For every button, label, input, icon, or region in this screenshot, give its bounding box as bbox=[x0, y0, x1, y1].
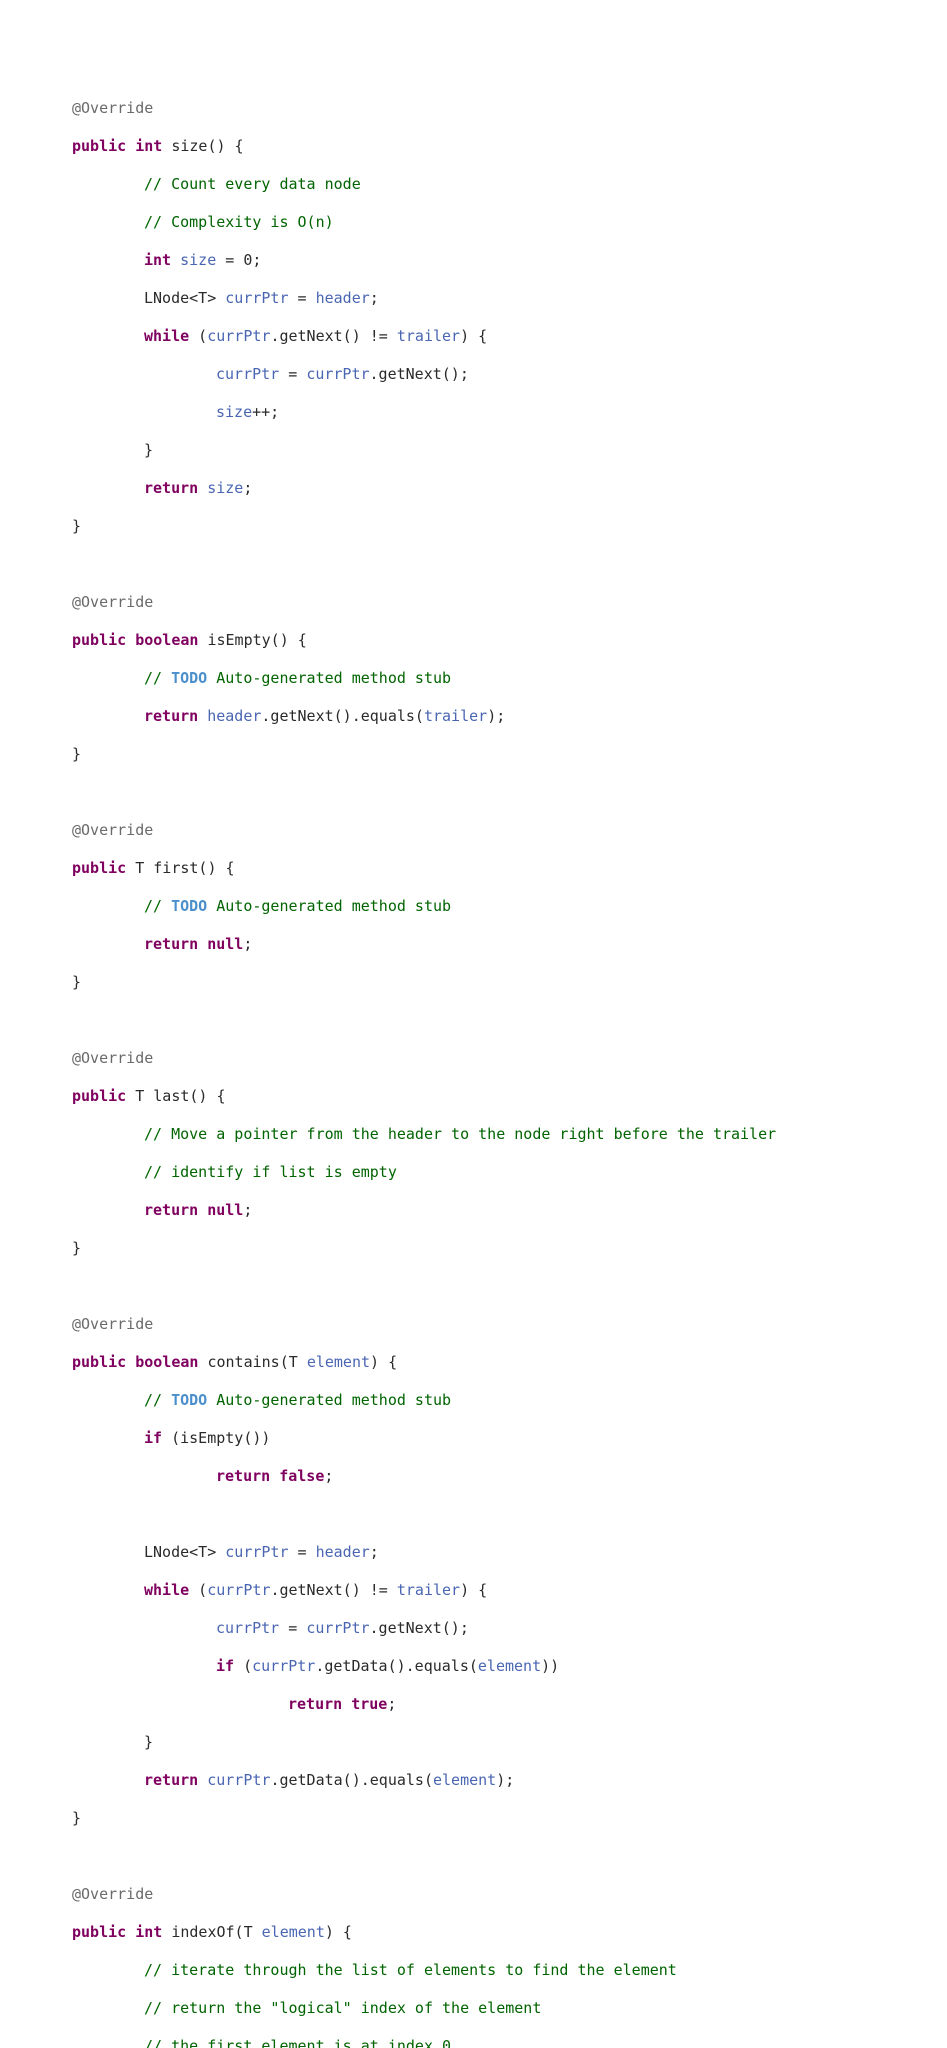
stmt: size++; bbox=[0, 403, 947, 422]
todo-comment: // TODO Auto-generated method stub bbox=[0, 897, 947, 916]
brace: } bbox=[0, 441, 947, 460]
comment: // the first element is at index 0 bbox=[0, 2037, 947, 2048]
comment: // Move a pointer from the header to the… bbox=[0, 1125, 947, 1144]
annotation-indexof: @Override bbox=[0, 1885, 947, 1904]
var-decl: LNode<T> currPtr = header; bbox=[0, 1543, 947, 1562]
brace: } bbox=[0, 1809, 947, 1828]
annotation-contains: @Override bbox=[0, 1315, 947, 1334]
brace: } bbox=[0, 517, 947, 536]
method-contains-sig: public boolean contains(T element) { bbox=[0, 1353, 947, 1372]
var-decl: int size = 0; bbox=[0, 251, 947, 270]
method-first-sig: public T first() { bbox=[0, 859, 947, 878]
brace: } bbox=[0, 1239, 947, 1258]
blank bbox=[0, 1277, 947, 1296]
comment: // iterate through the list of elements … bbox=[0, 1961, 947, 1980]
blank bbox=[0, 1505, 947, 1524]
return: return size; bbox=[0, 479, 947, 498]
annotation-last: @Override bbox=[0, 1049, 947, 1068]
while: while (currPtr.getNext() != trailer) { bbox=[0, 1581, 947, 1600]
stmt: currPtr = currPtr.getNext(); bbox=[0, 1619, 947, 1638]
todo-comment: // TODO Auto-generated method stub bbox=[0, 1391, 947, 1410]
comment: // Complexity is O(n) bbox=[0, 213, 947, 232]
return: return null; bbox=[0, 1201, 947, 1220]
brace: } bbox=[0, 1733, 947, 1752]
annotation-isempty: @Override bbox=[0, 593, 947, 612]
annotation-first: @Override bbox=[0, 821, 947, 840]
brace: } bbox=[0, 973, 947, 992]
blank bbox=[0, 783, 947, 802]
method-size-sig: public int size() { bbox=[0, 137, 947, 156]
return: return false; bbox=[0, 1467, 947, 1486]
comment: // identify if list is empty bbox=[0, 1163, 947, 1182]
blank bbox=[0, 1011, 947, 1030]
while: while (currPtr.getNext() != trailer) { bbox=[0, 327, 947, 346]
brace: } bbox=[0, 745, 947, 764]
method-isempty-sig: public boolean isEmpty() { bbox=[0, 631, 947, 650]
method-last-sig: public T last() { bbox=[0, 1087, 947, 1106]
return: return header.getNext().equals(trailer); bbox=[0, 707, 947, 726]
if: if (isEmpty()) bbox=[0, 1429, 947, 1448]
stmt: currPtr = currPtr.getNext(); bbox=[0, 365, 947, 384]
blank bbox=[0, 1847, 947, 1866]
var-decl: LNode<T> currPtr = header; bbox=[0, 289, 947, 308]
method-indexof-sig: public int indexOf(T element) { bbox=[0, 1923, 947, 1942]
return: return null; bbox=[0, 935, 947, 954]
annotation-size: @Override bbox=[0, 99, 947, 118]
return: return true; bbox=[0, 1695, 947, 1714]
comment: // Count every data node bbox=[0, 175, 947, 194]
blank bbox=[0, 555, 947, 574]
code-view: @Override public int size() { // Count e… bbox=[0, 80, 947, 2048]
if: if (currPtr.getData().equals(element)) bbox=[0, 1657, 947, 1676]
comment: // return the "logical" index of the ele… bbox=[0, 1999, 947, 2018]
todo-comment: // TODO Auto-generated method stub bbox=[0, 669, 947, 688]
return: return currPtr.getData().equals(element)… bbox=[0, 1771, 947, 1790]
